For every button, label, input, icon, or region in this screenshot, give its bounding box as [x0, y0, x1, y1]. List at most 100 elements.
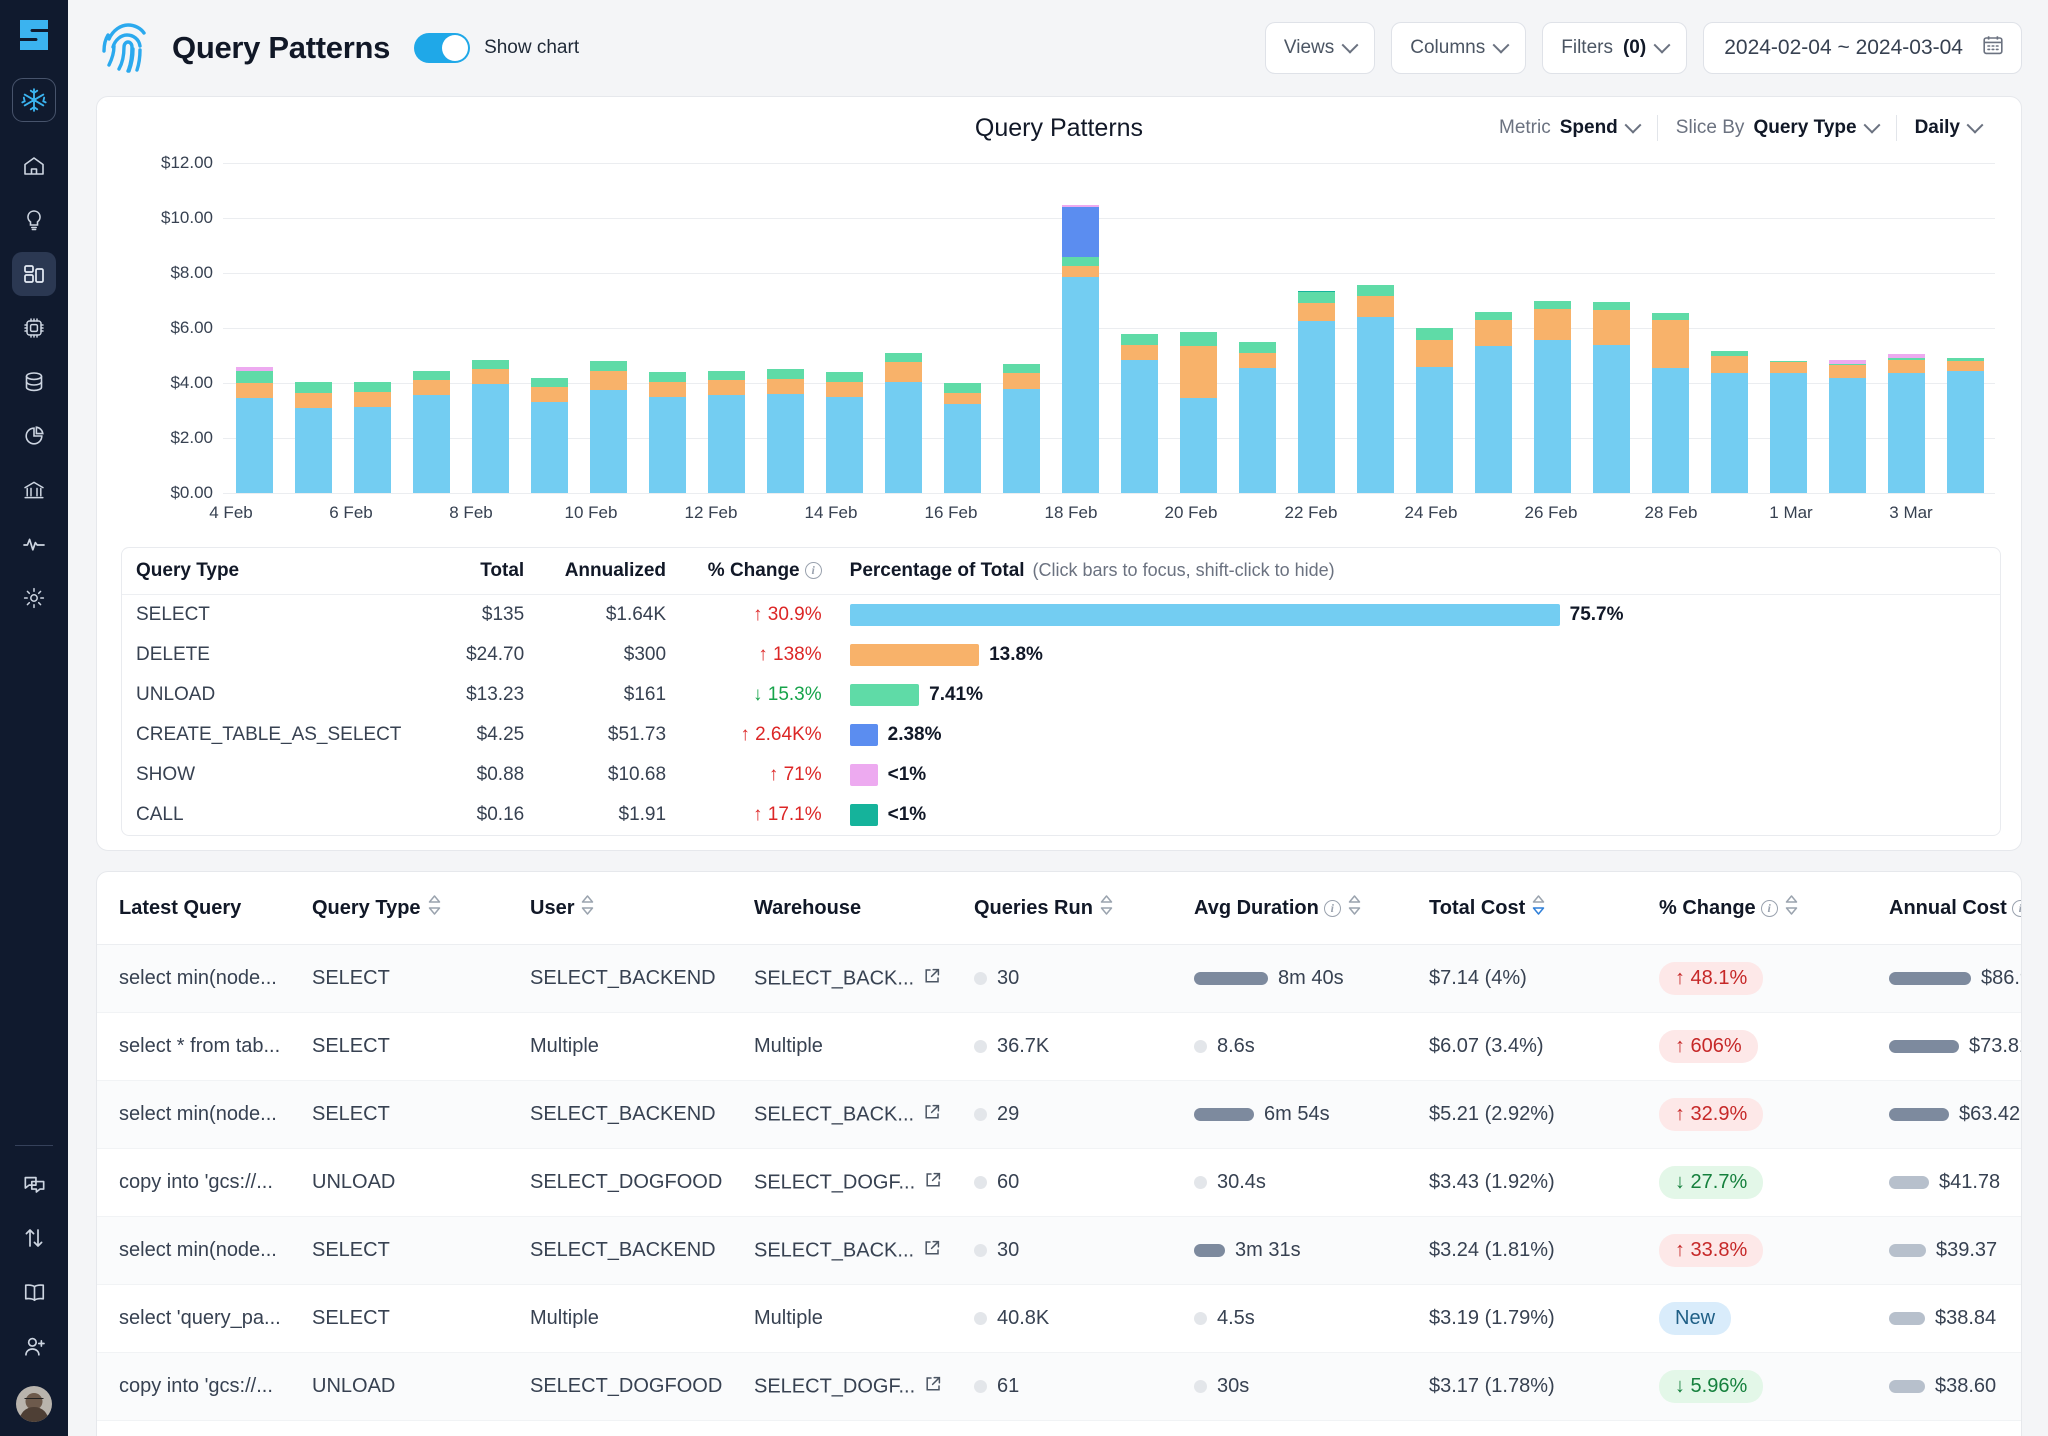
cell-latest-query[interactable]: select 'query_pa... — [97, 1284, 312, 1353]
breakdown-row[interactable]: CALL $0.16 $1.91 ↑ 17.1% <1% — [122, 795, 2000, 835]
bar-segment-unload[interactable] — [1003, 363, 1040, 374]
sort-toggle-icon[interactable] — [1100, 894, 1113, 922]
bar-segment-delete[interactable] — [826, 381, 863, 397]
stacked-bar[interactable] — [1947, 358, 1984, 493]
bar-segment-unload[interactable] — [944, 383, 981, 393]
percentage-bar[interactable] — [849, 644, 980, 666]
bar-segment-select[interactable] — [1593, 344, 1630, 493]
bar-column[interactable] — [1346, 163, 1405, 493]
stacked-bar[interactable] — [1298, 290, 1335, 493]
bar-segment-unload[interactable] — [295, 381, 332, 393]
sidebar-item-storage[interactable] — [12, 360, 56, 404]
bar-segment-delete[interactable] — [1298, 303, 1335, 322]
sidebar-item-invite[interactable] — [12, 1324, 56, 1368]
stacked-bar[interactable] — [885, 352, 922, 493]
columns-button[interactable]: Columns — [1391, 22, 1527, 74]
th-annual-cost[interactable]: Annual Cost i — [1889, 872, 2021, 945]
breakdown-row[interactable]: SELECT $135 $1.64K ↑ 30.9% 75.7% — [122, 595, 2000, 636]
bar-segment-delete[interactable] — [1593, 310, 1630, 345]
cell-percentage[interactable]: 2.38% — [836, 715, 2000, 755]
bar-column[interactable] — [933, 163, 992, 493]
bar-segment-select[interactable] — [1534, 340, 1571, 493]
bar-segment-delete[interactable] — [1003, 373, 1040, 389]
bar-segment-delete[interactable] — [1652, 319, 1689, 368]
cell-latest-query[interactable]: select min(node... — [97, 1080, 312, 1149]
cell-percentage[interactable]: 13.8% — [836, 635, 2000, 675]
bar-column[interactable] — [284, 163, 343, 493]
table-row[interactable]: select 'query_pa... SELECT Multiple Multipl… — [97, 1284, 2021, 1353]
bar-segment-delete[interactable] — [1711, 355, 1748, 374]
bar-column[interactable] — [1936, 163, 1995, 493]
bar-column[interactable] — [225, 163, 284, 493]
stacked-bar[interactable] — [1062, 205, 1099, 493]
bar-column[interactable] — [579, 163, 638, 493]
th-annualized[interactable]: Annualized — [538, 548, 681, 595]
sort-toggle-icon[interactable] — [1785, 894, 1798, 922]
percentage-bar[interactable] — [849, 804, 878, 826]
stacked-bar[interactable] — [1770, 361, 1807, 493]
bar-segment-create_table_as_select[interactable] — [1062, 207, 1099, 257]
bar-segment-unload[interactable] — [354, 382, 391, 393]
th-avg-duration[interactable]: Avg Duration i — [1194, 872, 1429, 945]
stacked-bar[interactable] — [1121, 333, 1158, 493]
bar-segment-unload[interactable] — [531, 377, 568, 388]
table-row[interactable]: select min(node...SELECTSELECT_BACKENDSE… — [97, 1216, 2021, 1285]
slice-by-selector[interactable]: Slice By Query Type — [1658, 116, 1896, 139]
stacked-bar[interactable] — [413, 370, 450, 493]
th-change[interactable]: % Change i — [680, 548, 836, 595]
cell-latest-query[interactable]: copy into 'gcs://... — [97, 1352, 312, 1421]
bar-segment-select[interactable] — [1239, 367, 1276, 493]
table-row[interactable]: select min(node...SELECTSELECT_BACKENDSE… — [97, 1420, 2021, 1436]
sidebar-item-dashboards[interactable] — [12, 252, 56, 296]
cell-percentage[interactable]: <1% — [836, 795, 2000, 835]
bar-column[interactable] — [992, 163, 1051, 493]
bar-column[interactable] — [1582, 163, 1641, 493]
stacked-bar[interactable] — [1239, 341, 1276, 493]
stacked-bar[interactable] — [1829, 359, 1866, 493]
bar-segment-unload[interactable] — [1121, 333, 1158, 345]
bar-segment-select[interactable] — [1770, 373, 1807, 493]
bar-column[interactable] — [520, 163, 579, 493]
bar-column[interactable] — [1228, 163, 1287, 493]
bar-segment-delete[interactable] — [1062, 266, 1099, 278]
bar-segment-select[interactable] — [826, 396, 863, 493]
bar-segment-delete[interactable] — [1121, 344, 1158, 360]
external-link-icon[interactable] — [923, 967, 941, 991]
bar-segment-delete[interactable] — [1180, 345, 1217, 399]
bar-segment-unload[interactable] — [649, 372, 686, 382]
bar-segment-delete[interactable] — [1239, 352, 1276, 368]
info-icon[interactable]: i — [1323, 899, 1341, 917]
bar-segment-unload[interactable] — [708, 370, 745, 381]
bar-segment-unload[interactable] — [1298, 292, 1335, 304]
bar-segment-select[interactable] — [944, 403, 981, 493]
cell-warehouse[interactable]: SELECT_BACK... — [754, 944, 974, 1013]
bar-segment-unload[interactable] — [1475, 311, 1512, 320]
bar-segment-delete[interactable] — [944, 392, 981, 404]
bar-segment-unload[interactable] — [590, 361, 627, 371]
breakdown-row[interactable]: DELETE $24.70 $300 ↑ 138% 13.8% — [122, 635, 2000, 675]
bar-segment-delete[interactable] — [767, 378, 804, 394]
bar-segment-delete[interactable] — [236, 383, 273, 399]
bar-segment-select[interactable] — [1121, 359, 1158, 493]
sort-toggle-icon[interactable] — [1532, 894, 1545, 922]
bar-segment-select[interactable] — [1062, 277, 1099, 493]
sidebar-item-reports[interactable] — [12, 414, 56, 458]
th-user[interactable]: User — [530, 872, 754, 945]
percentage-bar[interactable] — [849, 604, 1560, 626]
percentage-bar[interactable] — [849, 724, 878, 746]
th-query-type[interactable]: Query Type — [312, 872, 530, 945]
cell-latest-query[interactable]: select min(node... — [97, 1216, 312, 1285]
views-button[interactable]: Views — [1264, 22, 1376, 74]
bar-segment-delete[interactable] — [1416, 340, 1453, 367]
percentage-bar[interactable] — [849, 684, 920, 706]
cell-percentage[interactable]: 7.41% — [836, 675, 2000, 715]
logo-mark[interactable] — [16, 18, 52, 52]
info-icon[interactable]: i — [1760, 899, 1778, 917]
th-query-type[interactable]: Query Type — [122, 548, 444, 595]
sort-toggle-icon[interactable] — [581, 894, 594, 922]
stacked-bar[interactable] — [354, 382, 391, 493]
stacked-bar[interactable] — [708, 370, 745, 493]
stacked-bar[interactable] — [236, 366, 273, 493]
table-row[interactable]: select * from tab... SELECT Multiple Multip… — [97, 1012, 2021, 1081]
bar-segment-unload[interactable] — [826, 372, 863, 382]
